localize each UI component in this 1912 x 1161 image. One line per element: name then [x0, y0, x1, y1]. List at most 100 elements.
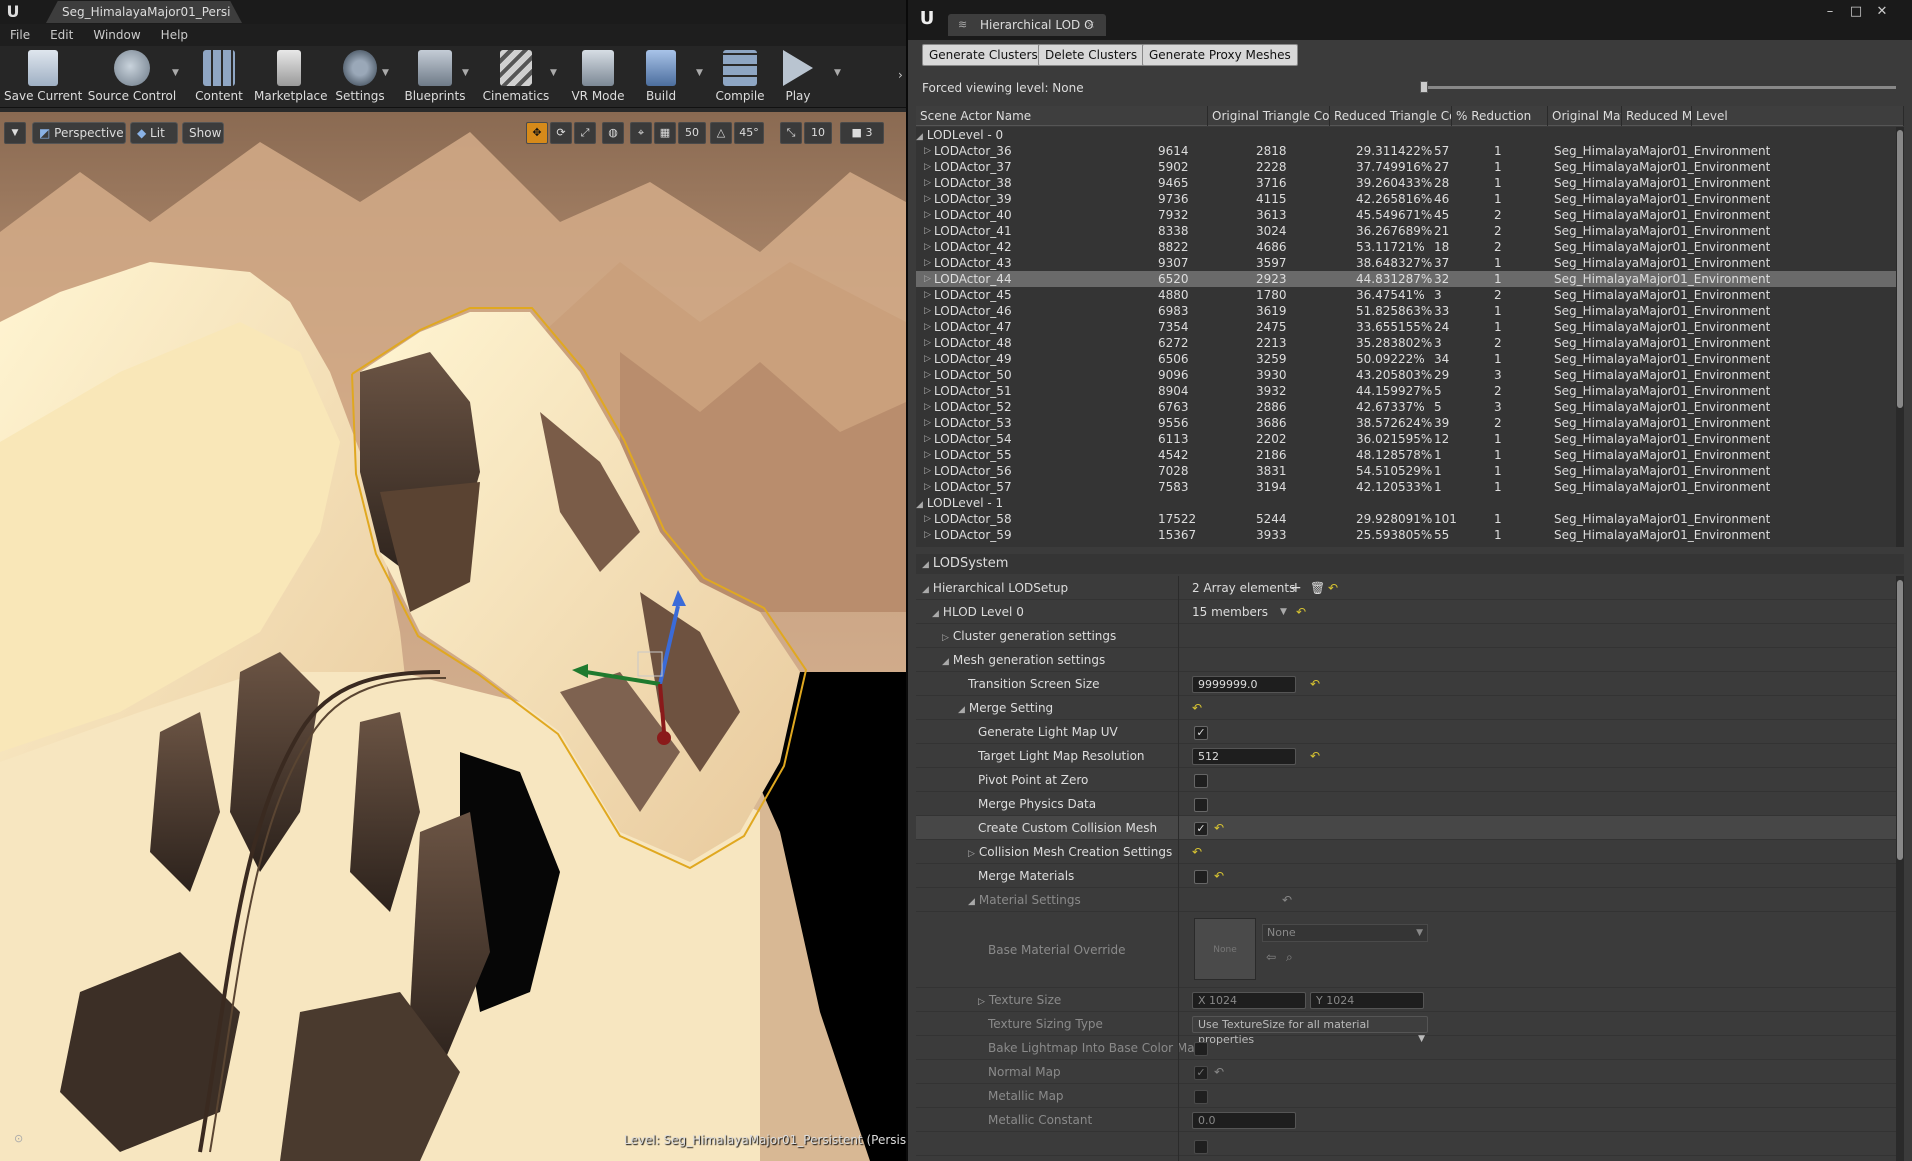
use-selected-asset-icon[interactable]: ⇦ [1266, 950, 1276, 964]
column-original-triangle-count[interactable]: Original Triangle Cou [1208, 106, 1330, 126]
collapsed-arrow-icon[interactable]: ▷ [924, 527, 931, 543]
reset-to-default-icon[interactable]: ↶ [1310, 744, 1320, 768]
table-row[interactable]: ▷ LODActor_58 17522 5244 29.928091% 101 1 Seg_H… [916, 511, 1896, 527]
reset-to-default-icon[interactable]: ↶ [1296, 600, 1306, 624]
transition-screen-size-input[interactable]: 9999999.0 [1192, 676, 1296, 693]
source-control-dropdown-icon[interactable]: ▼ [172, 68, 179, 78]
collapsed-arrow-icon[interactable]: ▷ [924, 399, 931, 415]
table-row[interactable]: ▷ LODActor_59 15367 3933 25.593805% 55 1 Seg_Hi… [916, 527, 1896, 543]
table-row[interactable]: ▷ LODActor_44 6520 2923 44.831287% 32 1 Seg_Him… [916, 271, 1896, 287]
material-settings-label[interactable]: ◢ Material Settings [968, 888, 1081, 912]
reset-to-default-icon[interactable]: ↶ [1310, 672, 1320, 696]
scale-mode-icon[interactable]: ⤢ [574, 122, 596, 144]
collapsed-arrow-icon[interactable]: ▷ [924, 271, 931, 287]
tab-close-icon[interactable]: × [1086, 14, 1095, 36]
blueprints-button[interactable]: Blueprints [402, 48, 468, 106]
table-row[interactable]: ▷ LODActor_37 5902 2228 37.749916% 27 1 Seg_Him… [916, 159, 1896, 175]
play-button[interactable]: Play [774, 48, 822, 106]
compile-button[interactable]: Compile [712, 48, 768, 106]
settings-button[interactable]: Settings [332, 48, 388, 106]
table-row[interactable]: ▷ LODActor_53 9556 3686 38.572624% 39 2 Seg_Him… [916, 415, 1896, 431]
toolbar-overflow-icon[interactable]: › [898, 68, 903, 82]
lod-level-row[interactable]: ◢ LODLevel - 1 [916, 495, 1896, 511]
build-button[interactable]: Build [636, 48, 686, 106]
collapsed-arrow-icon[interactable]: ▷ [924, 415, 931, 431]
grid-snap-icon[interactable]: ▦ [654, 122, 676, 144]
collision-mesh-creation-settings-label[interactable]: ▷ Collision Mesh Creation Settings [968, 840, 1172, 864]
create-custom-collision-mesh-checkbox[interactable]: ✓ [1194, 822, 1208, 836]
column-scene-actor-name[interactable]: Scene Actor Name [916, 106, 1208, 126]
collapsed-arrow-icon[interactable]: ▷ [924, 335, 931, 351]
table-row[interactable]: ▷ LODActor_42 8822 4686 53.11721% 18 2 Seg_Hima… [916, 239, 1896, 255]
table-row[interactable]: ▷ LODActor_57 7583 3194 42.120533% 1 1 Seg_Hima… [916, 479, 1896, 495]
table-row[interactable]: ▷ LODActor_46 6983 3619 51.825863% 33 1 Seg_Him… [916, 303, 1896, 319]
level-viewport[interactable] [0, 112, 906, 1161]
show-button[interactable]: Show [182, 122, 224, 144]
content-button[interactable]: Content [192, 48, 246, 106]
reset-to-default-icon[interactable]: ↶ [1328, 576, 1338, 600]
target-light-map-resolution-input[interactable]: 512 [1192, 748, 1296, 765]
cinematics-dropdown-icon[interactable]: ▼ [550, 68, 557, 78]
collapsed-arrow-icon[interactable]: ▷ [924, 287, 931, 303]
collapsed-arrow-icon[interactable]: ▷ [924, 191, 931, 207]
menu-help[interactable]: Help [151, 24, 198, 46]
details-column-divider[interactable] [1178, 576, 1179, 1161]
viewport-scene[interactable] [0, 112, 906, 1161]
table-row[interactable]: ▷ LODActor_39 9736 4115 42.265816% 46 1 Seg_Him… [916, 191, 1896, 207]
table-row[interactable]: ▷ LODActor_47 7354 2475 33.655155% 24 1 Seg_Him… [916, 319, 1896, 335]
table-row[interactable]: ▷ LODActor_55 4542 2186 48.128578% 1 1 Seg_Hima… [916, 447, 1896, 463]
viewport-options-icon[interactable]: ▼ [4, 122, 26, 144]
merge-materials-checkbox[interactable] [1194, 870, 1208, 884]
forced-level-slider-handle[interactable] [1420, 81, 1428, 93]
collapsed-arrow-icon[interactable]: ▷ [924, 431, 931, 447]
table-row[interactable]: ▷ LODActor_52 6763 2886 42.67337% 5 3 Seg_Himal… [916, 399, 1896, 415]
column-original-materials[interactable]: Original Mat [1548, 106, 1622, 126]
column-reduced-triangle-count[interactable]: Reduced Triangle Cou [1330, 106, 1452, 126]
table-row[interactable]: ▷ LODActor_51 8904 3932 44.159927% 5 2 Seg_Hima… [916, 383, 1896, 399]
scale-snap-value[interactable]: 10 [804, 122, 832, 144]
vr-mode-button[interactable]: VR Mode [568, 48, 628, 106]
table-row[interactable]: ▷ LODActor_56 7028 3831 54.510529% 1 1 Seg_Hima… [916, 463, 1896, 479]
texture-sizing-type-dropdown[interactable]: Use TextureSize for all material propert… [1192, 1016, 1428, 1046]
reset-to-default-icon[interactable]: ↶ [1192, 840, 1202, 864]
forced-level-slider[interactable] [1422, 86, 1896, 89]
generate-clusters-button[interactable]: Generate Clusters [922, 44, 1045, 66]
reset-to-default-icon[interactable]: ↶ [1282, 888, 1292, 912]
metallic-constant-input[interactable]: 0.0 [1192, 1112, 1296, 1129]
collapsed-arrow-icon[interactable]: ▷ [924, 383, 931, 399]
menu-edit[interactable]: Edit [40, 24, 83, 46]
build-dropdown-icon[interactable]: ▼ [696, 68, 703, 78]
scale-snap-icon[interactable]: ⤡ [780, 122, 802, 144]
merge-setting-label[interactable]: ◢ Merge Setting [958, 696, 1053, 720]
collapsed-arrow-icon[interactable]: ▷ [924, 479, 931, 495]
table-row[interactable]: ▷ LODActor_45 4880 1780 36.47541% 3 2 Seg_Himal… [916, 287, 1896, 303]
table-row[interactable]: ▷ LODActor_48 6272 2213 35.283802% 3 2 Seg_Hima… [916, 335, 1896, 351]
perspective-button[interactable]: ◩ Perspective [32, 122, 126, 144]
settings-dropdown-icon[interactable]: ▼ [382, 68, 389, 78]
normal-map-checkbox[interactable]: ✓ [1194, 1066, 1208, 1080]
lodsystem-section-header[interactable]: ◢ LODSystem [916, 554, 1904, 574]
browse-asset-icon[interactable]: ⌕ [1286, 950, 1293, 965]
minimize-icon[interactable]: – [1820, 4, 1840, 20]
metallic-map-checkbox[interactable] [1194, 1090, 1208, 1104]
source-control-button[interactable]: Source Control [86, 48, 178, 106]
cinematics-button[interactable]: Cinematics [482, 48, 550, 106]
rotate-mode-icon[interactable]: ⟳ [550, 122, 572, 144]
play-dropdown-icon[interactable]: ▼ [834, 68, 841, 78]
table-row[interactable]: ▷ LODActor_50 9096 3930 43.205803% 29 3 Seg_Him… [916, 367, 1896, 383]
collapsed-arrow-icon[interactable]: ▷ [924, 207, 931, 223]
reset-to-default-icon[interactable]: ↶ [1214, 816, 1224, 840]
close-window-icon[interactable]: ✕ [1872, 4, 1892, 20]
collapsed-arrow-icon[interactable]: ▷ [924, 463, 931, 479]
collapsed-arrow-icon[interactable]: ▷ [924, 255, 931, 271]
menu-file[interactable]: File [0, 24, 40, 46]
texture-size-label[interactable]: ▷ Texture Size [978, 988, 1061, 1012]
generate-light-map-uv-checkbox[interactable]: ✓ [1194, 726, 1208, 740]
collapsed-arrow-icon[interactable]: ▷ [924, 159, 931, 175]
bake-lightmap-checkbox[interactable] [1194, 1042, 1208, 1056]
material-thumbnail[interactable]: None [1194, 918, 1256, 980]
rotation-snap-icon[interactable]: △ [710, 122, 732, 144]
translate-mode-icon[interactable]: ✥ [526, 122, 548, 144]
column-reduced-materials[interactable]: Reduced Ma [1622, 106, 1692, 126]
level-tab[interactable]: Seg_HimalayaMajor01_Persi [46, 1, 242, 23]
